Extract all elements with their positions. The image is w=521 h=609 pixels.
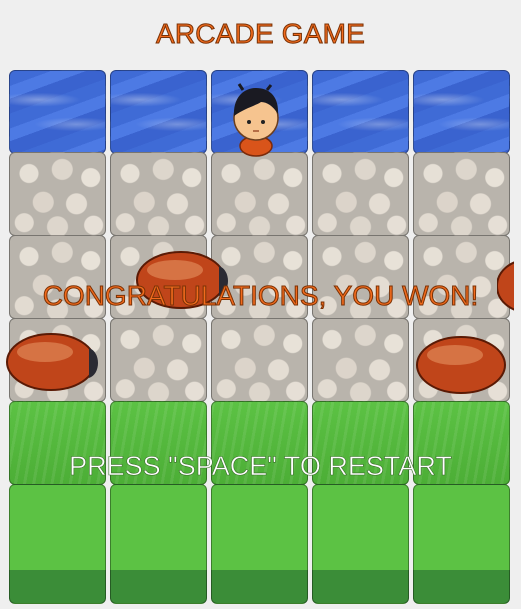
player-character-icon	[233, 83, 279, 157]
water-tile	[413, 70, 510, 154]
water-tile	[312, 70, 409, 154]
stone-tile	[110, 152, 207, 236]
stone-tile	[110, 318, 207, 402]
game-title: ARCADE GAME	[155, 18, 366, 50]
win-message: CONGRATULATIONS, YOU WON!	[42, 280, 479, 312]
ladybug-enemy-icon	[416, 336, 506, 394]
grass-tile	[413, 484, 510, 604]
stone-tile	[312, 152, 409, 236]
water-tile	[110, 70, 207, 154]
stone-tile	[413, 152, 510, 236]
grass-tile	[110, 484, 207, 604]
restart-prompt: PRESS "SPACE" TO RESTART	[69, 451, 452, 482]
ladybug-enemy-icon	[6, 333, 98, 391]
stone-tile	[312, 318, 409, 402]
water-tile	[9, 70, 106, 154]
grass-tile	[312, 484, 409, 604]
game-board[interactable]	[6, 70, 514, 605]
stone-tile	[211, 318, 308, 402]
grass-tile	[9, 484, 106, 604]
grass-tile	[211, 484, 308, 604]
stone-tile	[211, 152, 308, 236]
stone-tile	[9, 152, 106, 236]
